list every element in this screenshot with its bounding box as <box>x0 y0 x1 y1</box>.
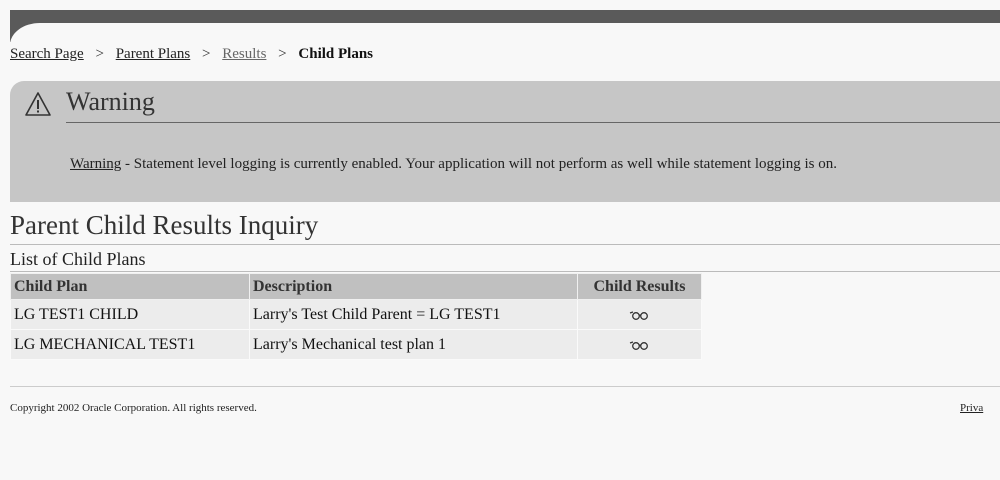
title-divider <box>10 244 1000 245</box>
table-row: LG MECHANICAL TEST1 Larry's Mechanical t… <box>10 329 702 360</box>
section-subheader: List of Child Plans <box>10 249 146 269</box>
breadcrumb-search-page[interactable]: Search Page <box>10 46 84 62</box>
warning-message-text: - Statement level logging is currently e… <box>121 156 837 172</box>
cell-child-plan: LG MECHANICAL TEST1 <box>10 329 250 360</box>
privacy-link[interactable]: Priva <box>960 402 983 414</box>
column-header-description: Description <box>249 273 578 300</box>
child-plans-table: Child Plan Description Child Results LG … <box>10 273 702 360</box>
breadcrumb-results[interactable]: Results <box>222 46 266 62</box>
breadcrumb-separator: > <box>95 46 104 62</box>
cell-child-results <box>577 299 702 330</box>
copyright-text: Copyright 2002 Oracle Corporation. All r… <box>10 402 257 414</box>
footer-divider <box>10 386 1000 387</box>
cell-child-results <box>577 329 702 360</box>
warning-triangle-icon <box>25 92 51 116</box>
warning-box: Warning Warning - Statement level loggin… <box>10 81 1000 202</box>
breadcrumb-current: Child Plans <box>298 46 374 62</box>
breadcrumb-parent-plans[interactable]: Parent Plans <box>116 46 191 62</box>
top-banner <box>10 10 1000 42</box>
warning-divider <box>66 122 1000 123</box>
breadcrumb: Search Page > Parent Plans > Results > C… <box>10 46 373 63</box>
cell-description: Larry's Mechanical test plan 1 <box>249 329 578 360</box>
table-header-row: Child Plan Description Child Results <box>10 273 702 300</box>
breadcrumb-separator: > <box>278 46 287 62</box>
warning-message: Warning - Statement level logging is cur… <box>70 153 1000 175</box>
table-row: LG TEST1 CHILD Larry's Test Child Parent… <box>10 299 702 330</box>
cell-child-plan: LG TEST1 CHILD <box>10 299 250 330</box>
glasses-icon[interactable] <box>629 310 651 320</box>
warning-title: Warning <box>66 87 155 116</box>
warning-label: Warning <box>70 156 122 172</box>
cell-description: Larry's Test Child Parent = LG TEST1 <box>249 299 578 330</box>
breadcrumb-separator: > <box>202 46 211 62</box>
subheader-divider <box>10 271 1000 272</box>
column-header-child-plan: Child Plan <box>10 273 250 300</box>
glasses-icon[interactable] <box>629 340 651 350</box>
column-header-child-results: Child Results <box>577 273 702 300</box>
page-title: Parent Child Results Inquiry <box>10 210 319 240</box>
